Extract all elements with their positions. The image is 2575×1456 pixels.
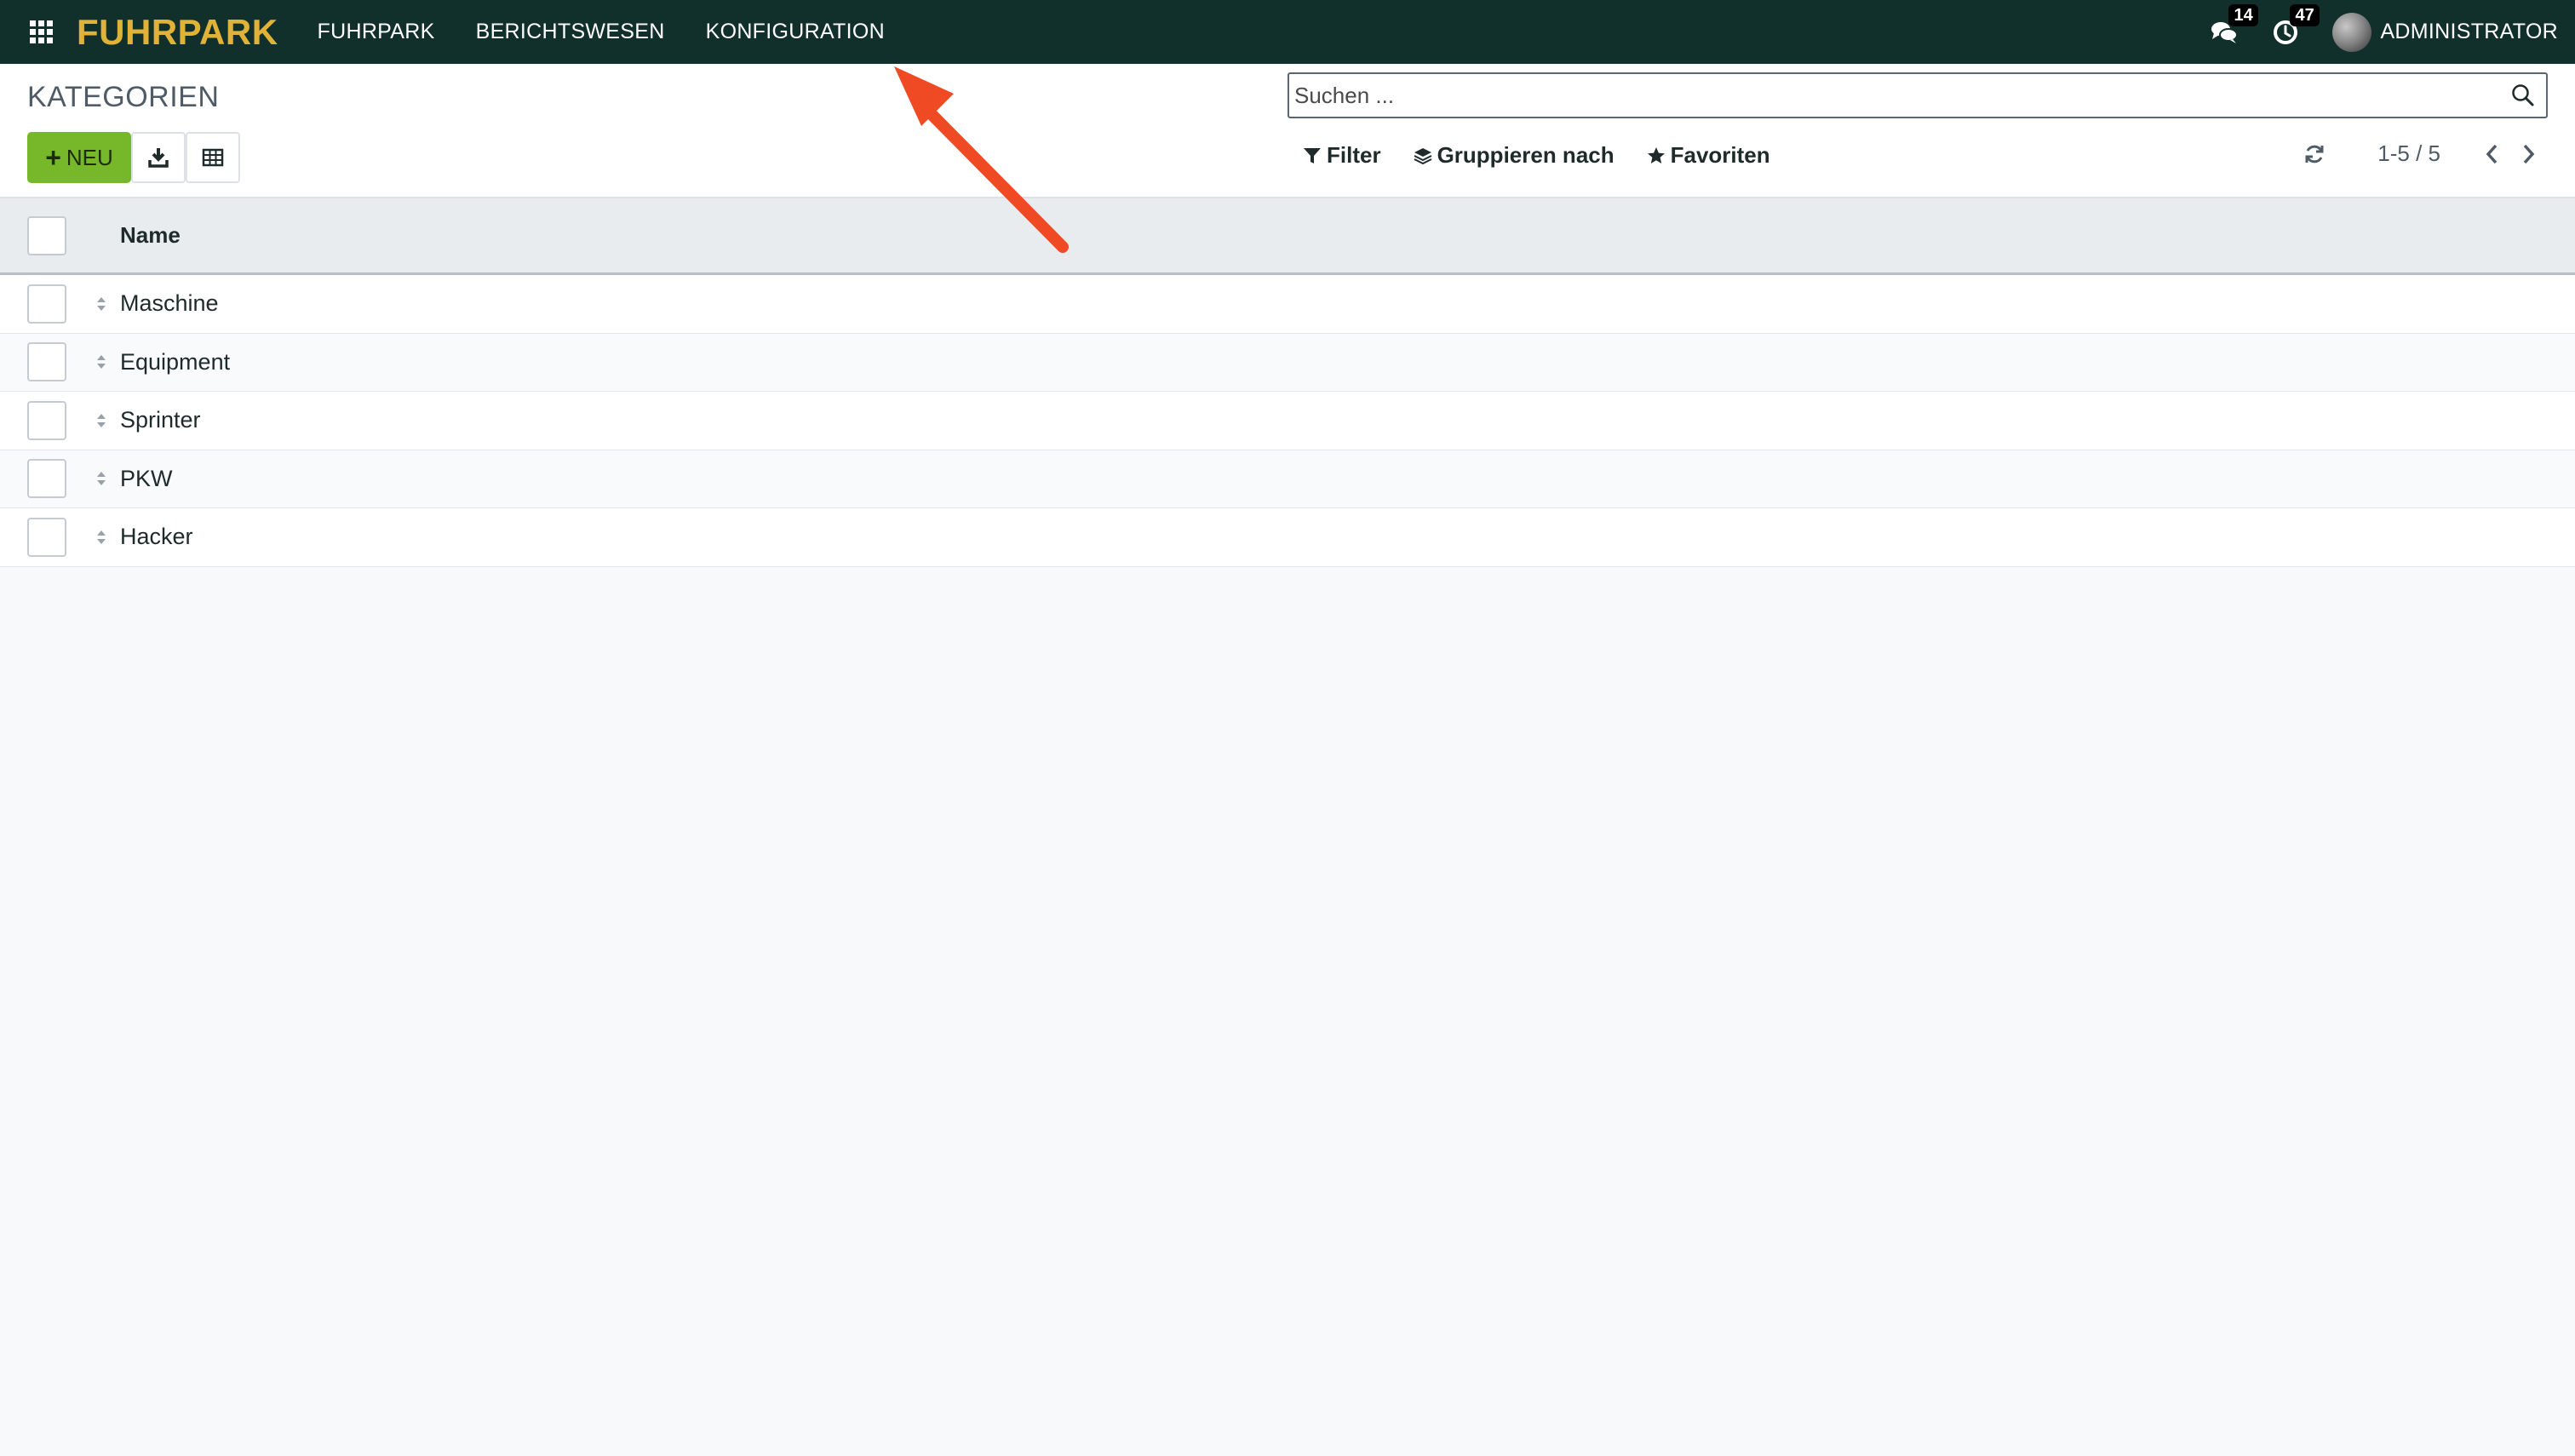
groupby-label: Gruppieren nach (1437, 142, 1614, 168)
list-view: Name Maschine Equipment Sprinter PKW Hac… (0, 198, 2575, 567)
row-name: Maschine (120, 290, 219, 317)
chevron-left-icon[interactable] (2483, 142, 2502, 166)
drag-handle-icon[interactable] (94, 468, 109, 489)
row-checkbox[interactable] (27, 459, 66, 499)
table-icon (202, 148, 224, 167)
column-header-name[interactable]: Name (120, 222, 181, 249)
row-name: Hacker (120, 524, 193, 550)
search-options: Filter Gruppieren nach Favoriten (1303, 142, 1803, 169)
top-navbar: FUHRPARK FUHRPARK BERICHTSWESEN KONFIGUR… (0, 0, 2575, 64)
layers-icon (1414, 147, 1432, 164)
page-title[interactable]: KATEGORIEN (27, 81, 219, 114)
row-name: Sprinter (120, 407, 201, 433)
favorites-button[interactable]: Favoriten (1647, 142, 1770, 169)
new-button[interactable]: + NEU (27, 132, 131, 183)
search-box (1288, 72, 2548, 118)
plus-icon: + (45, 142, 61, 173)
user-menu[interactable]: ADMINISTRATOR (2332, 12, 2558, 52)
drag-handle-icon[interactable] (94, 352, 109, 372)
groupby-button[interactable]: Gruppieren nach (1414, 142, 1614, 169)
menu-item-berichtswesen[interactable]: BERICHTSWESEN (476, 20, 665, 44)
search-input[interactable] (1289, 74, 2510, 117)
new-button-label: NEU (66, 144, 113, 170)
row-checkbox[interactable] (27, 284, 66, 324)
export-button[interactable] (131, 132, 186, 183)
menu-item-fuhrpark[interactable]: FUHRPARK (318, 20, 435, 44)
drag-handle-icon[interactable] (94, 410, 109, 431)
drag-handle-icon[interactable] (94, 294, 109, 314)
apps-menu-icon[interactable] (9, 0, 73, 64)
activities-badge: 47 (2290, 3, 2320, 26)
user-name: ADMINISTRATOR (2380, 20, 2558, 43)
avatar (2332, 12, 2372, 52)
app-brand[interactable]: FUHRPARK (77, 12, 278, 53)
download-icon (148, 148, 169, 168)
row-checkbox[interactable] (27, 342, 66, 382)
filter-icon (1304, 147, 1321, 163)
spreadsheet-view-button[interactable] (186, 132, 240, 183)
table-row[interactable]: Equipment (0, 333, 2575, 392)
drag-handle-icon[interactable] (94, 527, 109, 547)
pager-value[interactable]: 1-5 / 5 (2377, 140, 2440, 167)
activities-button[interactable]: 47 (2271, 3, 2320, 47)
control-panel: KATEGORIEN + NEU Filte (0, 64, 2575, 198)
row-checkbox[interactable] (27, 400, 66, 440)
pager: 1-5 / 5 (2303, 140, 2538, 167)
favorites-label: Favoriten (1670, 142, 1770, 168)
row-name: PKW (120, 465, 173, 491)
filter-label: Filter (1327, 142, 1381, 168)
menu-item-konfiguration[interactable]: KONFIGURATION (706, 20, 885, 44)
row-checkbox[interactable] (27, 517, 66, 557)
chevron-right-icon[interactable] (2519, 142, 2538, 166)
table-row[interactable]: PKW (0, 450, 2575, 508)
filter-button[interactable]: Filter (1303, 142, 1381, 169)
messages-badge: 14 (2228, 3, 2258, 26)
messages-button[interactable]: 14 (2210, 3, 2258, 47)
row-name: Equipment (120, 348, 231, 375)
table-row[interactable]: Hacker (0, 508, 2575, 567)
search-icon[interactable] (2510, 83, 2536, 108)
table-row[interactable]: Maschine (0, 275, 2575, 334)
table-row[interactable]: Sprinter (0, 392, 2575, 450)
select-all-checkbox[interactable] (27, 215, 66, 255)
list-header: Name (0, 198, 2575, 275)
star-icon (1647, 146, 1665, 163)
refresh-icon[interactable] (2303, 142, 2326, 166)
